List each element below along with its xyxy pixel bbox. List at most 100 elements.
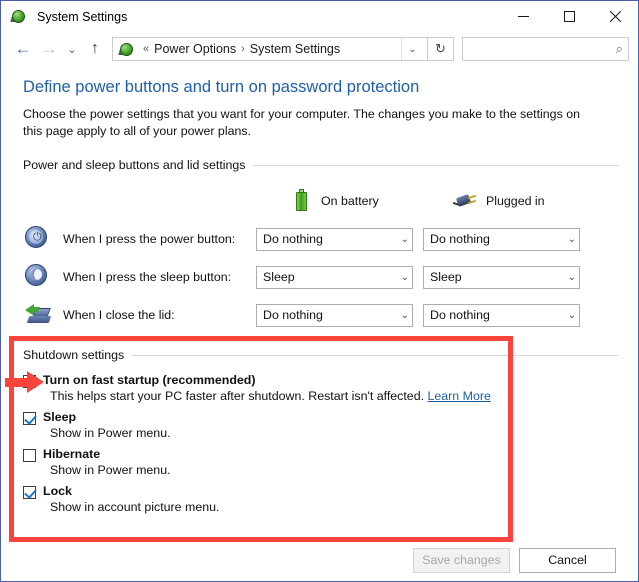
- hibernate-checkbox[interactable]: Hibernate: [23, 447, 618, 462]
- shutdown-section-header: Shutdown settings: [23, 348, 618, 362]
- combo-sleep-button-on-battery-value: Sleep: [263, 270, 395, 284]
- minimize-icon: [518, 11, 529, 22]
- up-arrow-icon: ↑: [91, 40, 99, 58]
- setting-label-power-button: When I press the power button:: [63, 232, 235, 246]
- sleep-checkbox-box[interactable]: [23, 412, 36, 425]
- laptop-lid-icon: [23, 300, 53, 330]
- lock-checkbox-box[interactable]: [23, 486, 36, 499]
- refresh-icon: ↻: [435, 41, 446, 57]
- power-plug-icon: [453, 188, 479, 214]
- power-settings-rows: ⏻ When I press the power button: Do noth…: [23, 220, 618, 334]
- breadcrumb[interactable]: « Power Options › System Settings ⌄: [112, 37, 428, 61]
- combo-sleep-button-plugged-in[interactable]: Sleep ⌄: [423, 266, 580, 289]
- close-button[interactable]: [592, 1, 638, 32]
- checkbox-row-lock: Lock Show in account picture menu.: [23, 484, 618, 514]
- window-title: System Settings: [37, 10, 127, 24]
- page-title: Define power buttons and turn on passwor…: [23, 78, 618, 97]
- shutdown-section-header-label: Shutdown settings: [23, 348, 131, 362]
- sleep-description: Show in Power menu.: [50, 426, 618, 440]
- fast-startup-checkbox[interactable]: Turn on fast startup (recommended): [23, 373, 618, 388]
- combo-close-lid-on-battery[interactable]: Do nothing ⌄: [256, 304, 413, 327]
- column-header-on-battery-label: On battery: [321, 194, 379, 208]
- sleep-checkbox[interactable]: Sleep: [23, 410, 618, 425]
- close-icon: [610, 11, 621, 22]
- lock-description: Show in account picture menu.: [50, 500, 618, 514]
- chevron-down-icon: ⌄: [395, 272, 409, 283]
- setting-row-sleep-button: When I press the sleep button: Sleep ⌄ S…: [23, 258, 618, 296]
- power-section-header: Power and sleep buttons and lid settings: [23, 158, 618, 172]
- minimize-button[interactable]: [500, 1, 546, 32]
- control-panel-icon: [119, 41, 135, 57]
- breadcrumb-item-power-options[interactable]: Power Options: [154, 42, 236, 56]
- setting-row-power-button: ⏻ When I press the power button: Do noth…: [23, 220, 618, 258]
- maximize-icon: [564, 11, 575, 22]
- breadcrumb-overflow-icon[interactable]: «: [143, 43, 149, 55]
- breadcrumb-item-system-settings[interactable]: System Settings: [250, 42, 340, 56]
- forward-arrow-icon: →: [41, 39, 58, 59]
- combo-power-button-plugged-in[interactable]: Do nothing ⌄: [423, 228, 580, 251]
- title-bar: System Settings: [1, 1, 638, 32]
- column-headers: On battery Plugged in: [23, 186, 618, 216]
- column-header-on-battery: On battery: [288, 188, 379, 214]
- fast-startup-checkbox-box[interactable]: [23, 375, 36, 388]
- window-controls: [500, 1, 638, 32]
- cancel-label: Cancel: [548, 553, 587, 567]
- system-settings-icon: [11, 8, 29, 26]
- fast-startup-label: Turn on fast startup (recommended): [43, 373, 256, 387]
- combo-power-button-on-battery-value: Do nothing: [263, 232, 395, 246]
- recent-locations-button[interactable]: ⌄: [62, 36, 82, 62]
- header-divider: [131, 355, 618, 356]
- power-section-header-label: Power and sleep buttons and lid settings: [23, 158, 253, 172]
- cancel-button[interactable]: Cancel: [519, 548, 616, 573]
- refresh-button[interactable]: ↻: [428, 37, 454, 61]
- setting-label-sleep-button: When I press the sleep button:: [63, 270, 231, 284]
- back-arrow-icon: ←: [15, 39, 32, 59]
- checkbox-row-sleep: Sleep Show in Power menu.: [23, 410, 618, 440]
- search-box[interactable]: ⌕: [462, 37, 629, 61]
- search-input[interactable]: [468, 41, 616, 57]
- hibernate-label: Hibernate: [43, 447, 100, 461]
- chevron-down-icon: ⌄: [67, 43, 76, 56]
- hibernate-description: Show in Power menu.: [50, 463, 618, 477]
- lock-label: Lock: [43, 484, 72, 498]
- footer-buttons: Save changes Cancel: [1, 539, 638, 581]
- chevron-down-icon: ⌄: [395, 234, 409, 245]
- power-sleep-section: Power and sleep buttons and lid settings…: [23, 158, 618, 334]
- power-button-icon: ⏻: [23, 224, 53, 254]
- lock-checkbox[interactable]: Lock: [23, 484, 618, 499]
- save-changes-button[interactable]: Save changes: [413, 548, 510, 573]
- system-settings-window: System Settings ←: [0, 0, 639, 582]
- column-header-plugged-in: Plugged in: [453, 188, 545, 214]
- header-divider: [253, 165, 619, 166]
- chevron-down-icon: ⌄: [395, 310, 409, 321]
- hibernate-checkbox-box[interactable]: [23, 449, 36, 462]
- battery-icon: [288, 188, 314, 214]
- chevron-down-icon: ⌄: [562, 310, 576, 321]
- breadcrumb-separator-icon: ›: [241, 43, 245, 55]
- combo-power-button-plugged-in-value: Do nothing: [430, 232, 562, 246]
- column-header-plugged-in-label: Plugged in: [486, 194, 545, 208]
- back-button[interactable]: ←: [10, 36, 36, 62]
- breadcrumb-dropdown-icon[interactable]: ⌄: [401, 38, 423, 60]
- up-button[interactable]: ↑: [82, 36, 108, 62]
- combo-sleep-button-plugged-in-value: Sleep: [430, 270, 562, 284]
- chevron-down-icon: ⌄: [562, 272, 576, 283]
- sleep-label: Sleep: [43, 410, 76, 424]
- page-description: Choose the power settings that you want …: [23, 106, 585, 140]
- combo-sleep-button-on-battery[interactable]: Sleep ⌄: [256, 266, 413, 289]
- setting-row-close-lid: When I close the lid: Do nothing ⌄ Do no…: [23, 296, 618, 334]
- forward-button[interactable]: →: [36, 36, 62, 62]
- chevron-down-icon: ⌄: [562, 234, 576, 245]
- address-bar: ← → ⌄ ↑ « Power Options › System Setting…: [1, 32, 638, 66]
- combo-close-lid-plugged-in-value: Do nothing: [430, 308, 562, 322]
- fast-startup-description: This helps start your PC faster after sh…: [50, 389, 618, 403]
- combo-power-button-on-battery[interactable]: Do nothing ⌄: [256, 228, 413, 251]
- search-icon: ⌕: [616, 41, 623, 57]
- checkbox-row-fast-startup: Turn on fast startup (recommended) This …: [23, 373, 618, 403]
- combo-close-lid-plugged-in[interactable]: Do nothing ⌄: [423, 304, 580, 327]
- maximize-button[interactable]: [546, 1, 592, 32]
- shutdown-settings-section: Shutdown settings Turn on fast startup (…: [23, 348, 618, 514]
- learn-more-link[interactable]: Learn More: [427, 389, 490, 403]
- content-area: Define power buttons and turn on passwor…: [1, 66, 638, 514]
- save-changes-label: Save changes: [422, 553, 501, 567]
